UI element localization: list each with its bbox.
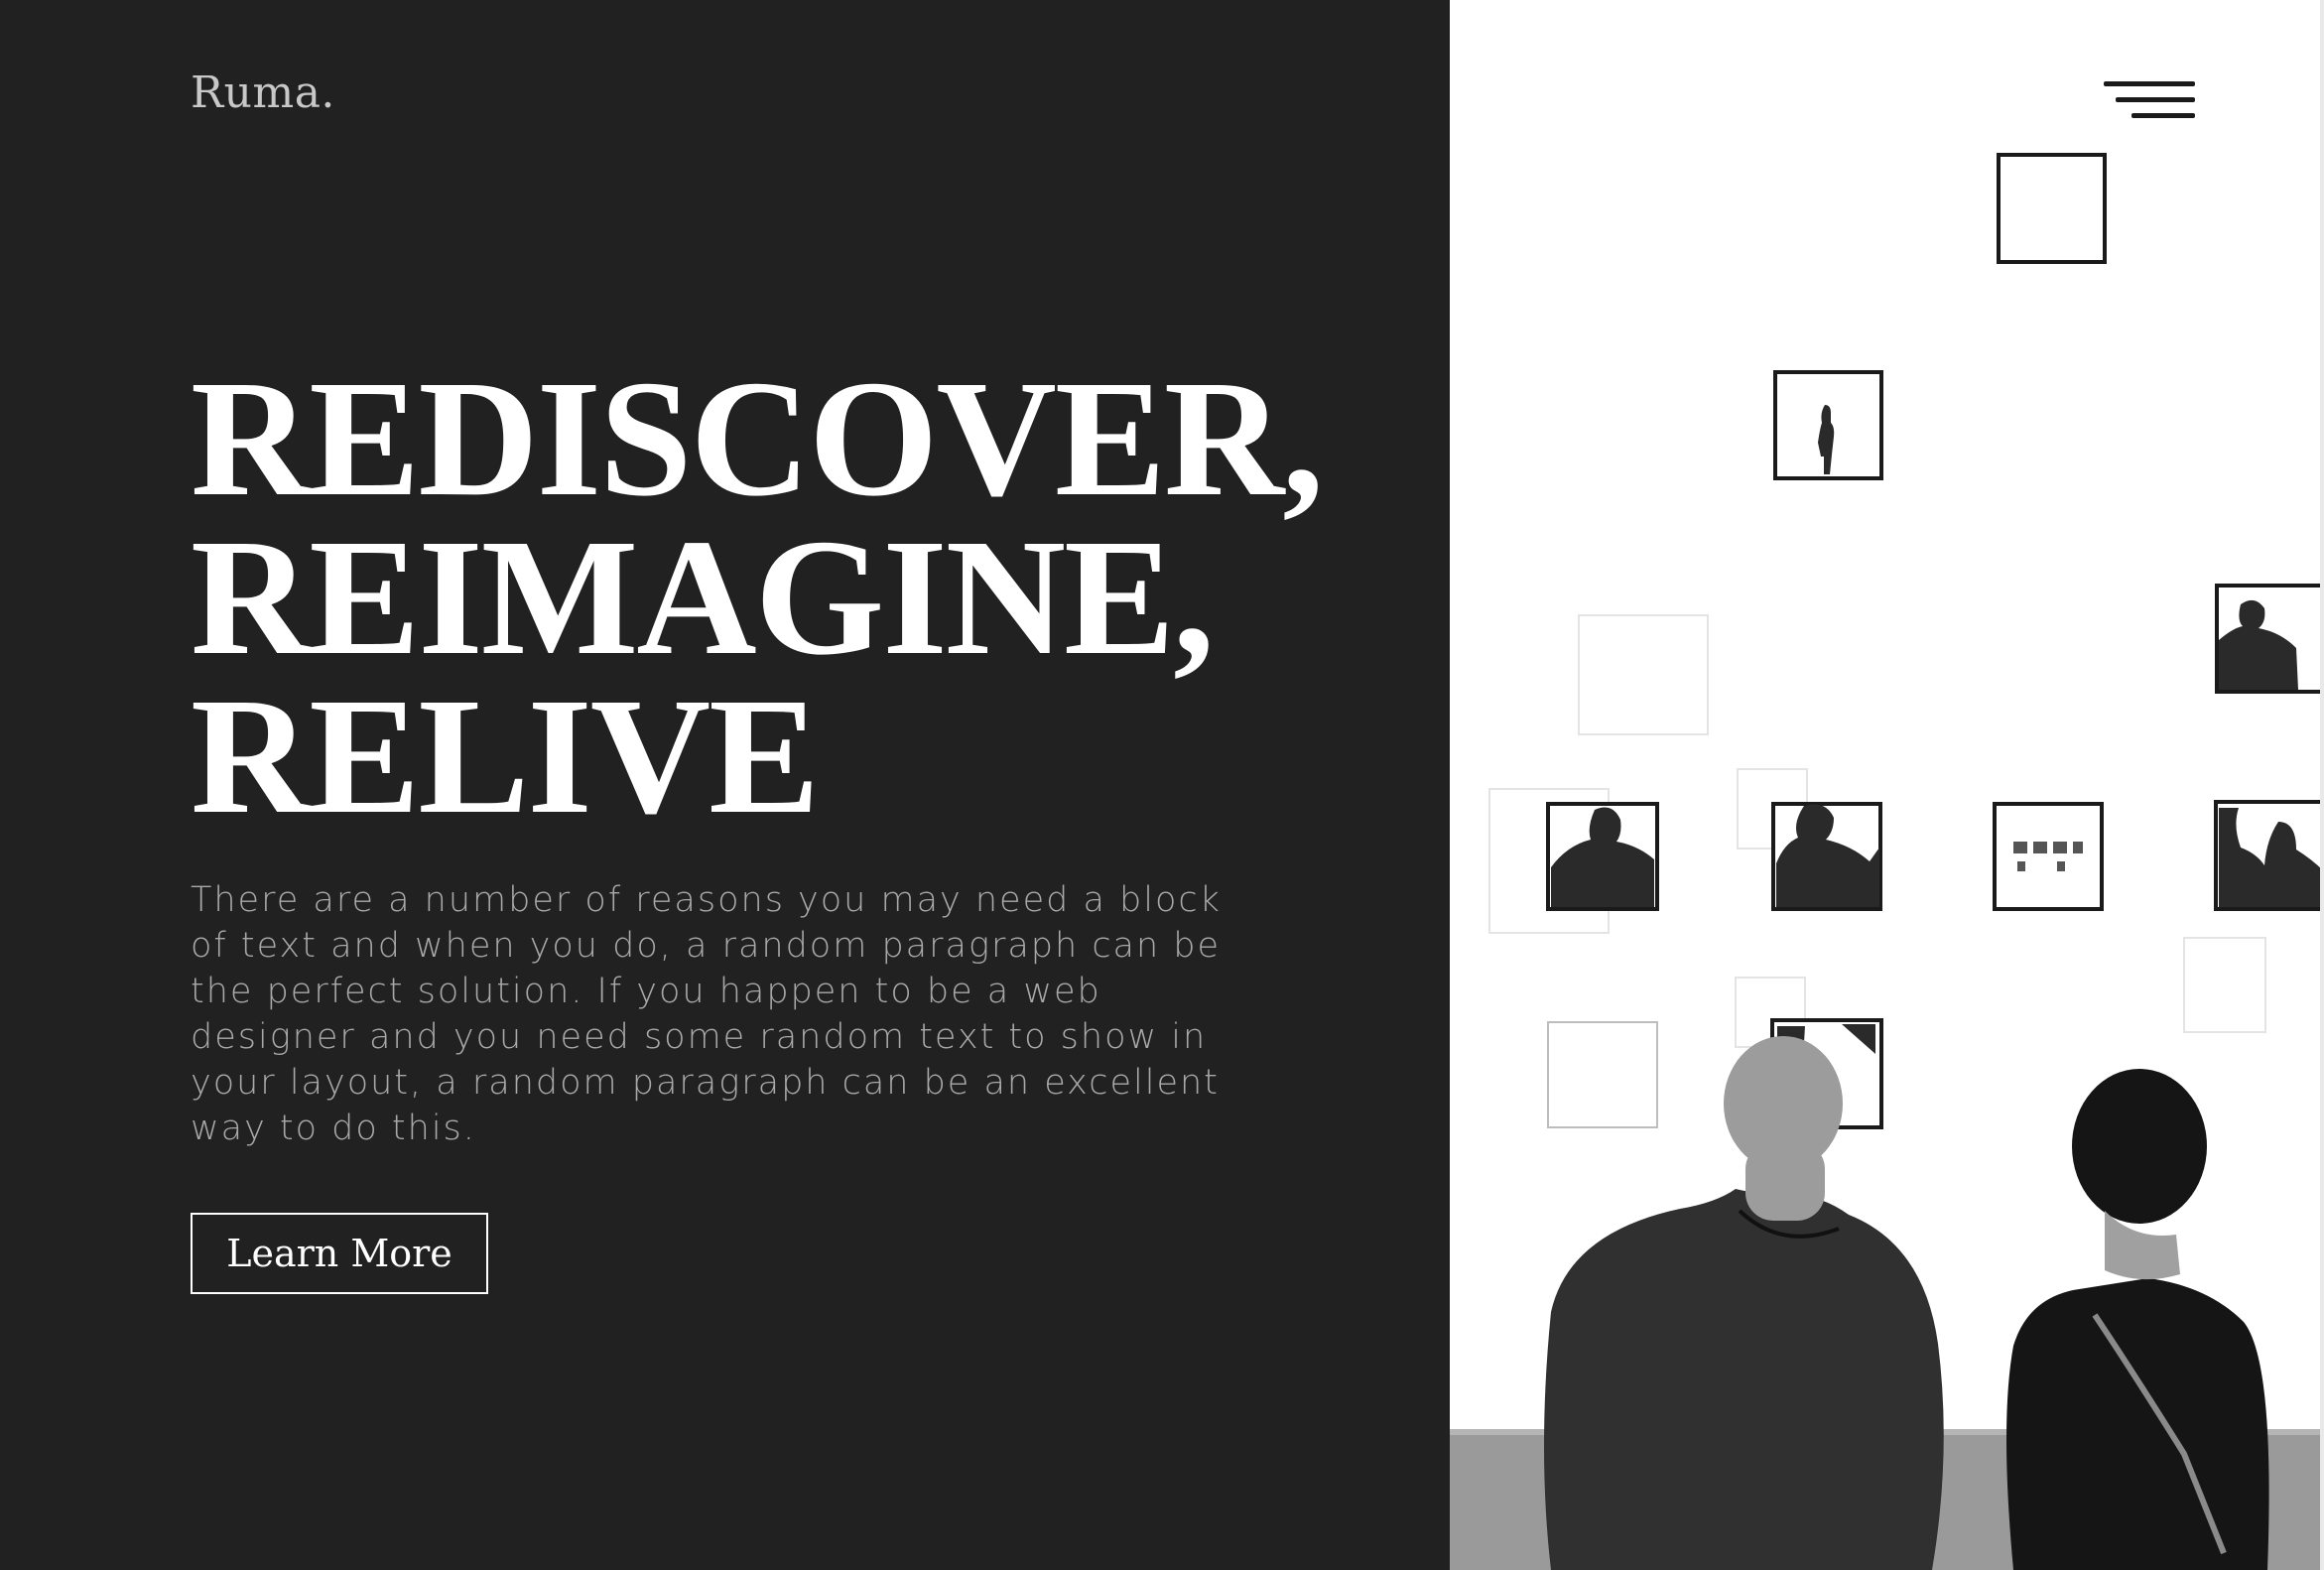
hero-headline: REDISCOVER, REIMAGINE, RELIVE	[191, 346, 1381, 849]
hero-description: There are a number of reasons you may ne…	[191, 880, 1222, 1148]
headline-line-3: RELIVE	[191, 664, 820, 849]
headline-line-1: REDISCOVER,	[191, 346, 1324, 531]
brand-logo[interactable]: Ruma.	[191, 67, 335, 118]
scroll-edge	[2320, 0, 2324, 1570]
hero-panel: Ruma. REDISCOVER, REIMAGINE, RELIVE Ther…	[0, 0, 1450, 1570]
hero-image	[1450, 0, 2324, 1570]
visitor-left	[1544, 1189, 1944, 1570]
hamburger-menu-icon[interactable]	[2104, 79, 2195, 121]
headline-line-2: REIMAGINE,	[191, 505, 1215, 690]
gallery-photo	[1450, 0, 2324, 1570]
landing-page: Ruma. REDISCOVER, REIMAGINE, RELIVE Ther…	[0, 0, 2324, 1570]
learn-more-button[interactable]: Learn More	[191, 1213, 488, 1294]
